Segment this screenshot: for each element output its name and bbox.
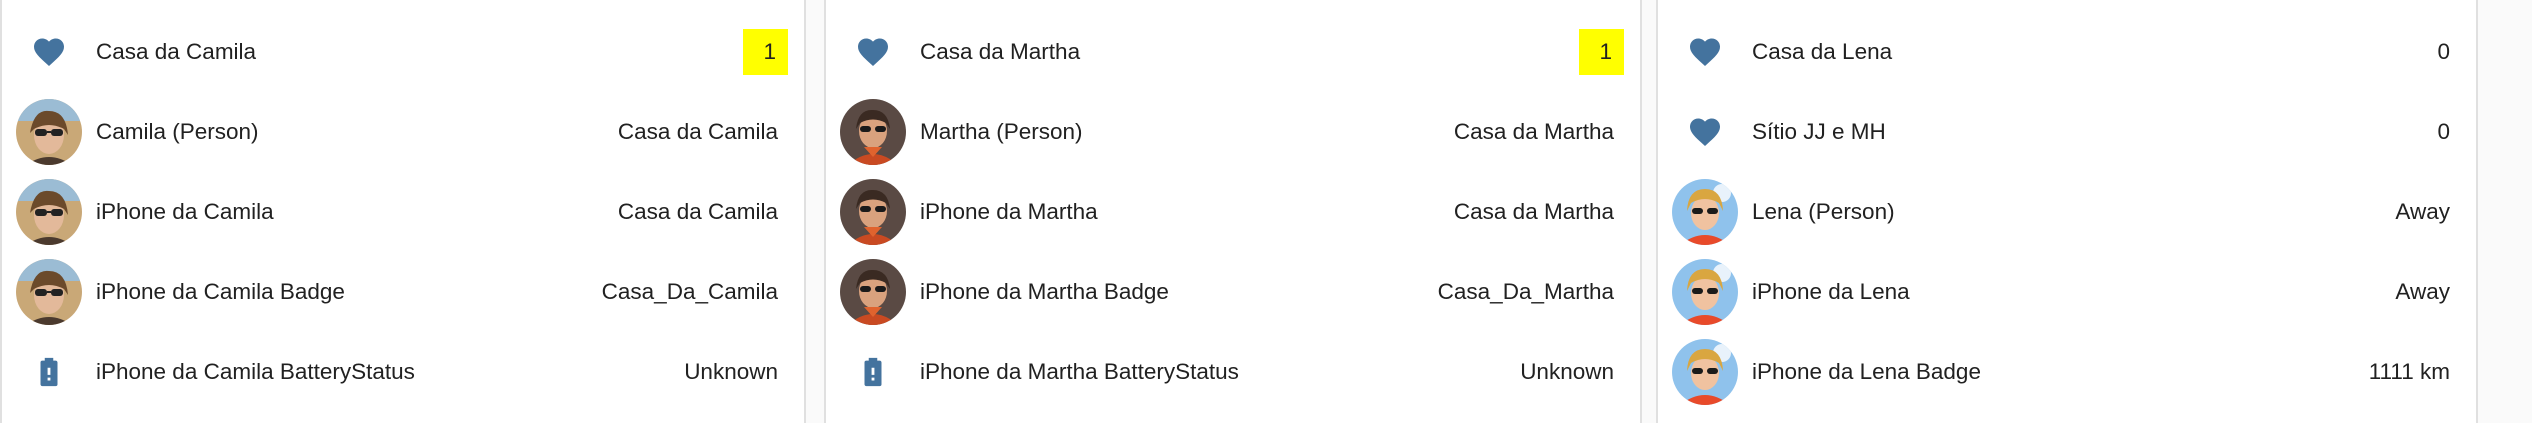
entity-row[interactable]: Camila (Person) Casa da Camila — [2, 92, 804, 172]
entity-row[interactable]: iPhone da Martha BatteryStatus Unknown — [826, 332, 1640, 412]
entity-row[interactable]: iPhone da Camila Casa da Camila — [2, 172, 804, 252]
entity-name: Martha (Person) — [920, 119, 1083, 144]
entity-row[interactable]: iPhone da Lena Badge 1111 km — [1658, 332, 2476, 412]
entity-state: Casa_Da_Camila — [601, 279, 778, 304]
avatar — [1672, 179, 1738, 245]
avatar — [840, 259, 906, 325]
entity-name: Casa da Martha — [920, 39, 1081, 64]
entity-name: iPhone da Camila Badge — [96, 279, 345, 304]
entity-row[interactable]: iPhone da Camila BatteryStatus Unknown — [2, 332, 804, 412]
entity-name: iPhone da Martha Badge — [920, 279, 1169, 304]
entity-name: iPhone da Martha — [920, 199, 1098, 224]
avatar — [840, 179, 906, 245]
battery-alert-icon — [16, 339, 82, 405]
entity-name: Lena (Person) — [1752, 199, 1895, 224]
entity-row[interactable]: Casa da Lena 0 — [1658, 12, 2476, 92]
entity-state: 0 — [2437, 119, 2450, 144]
entity-row[interactable]: iPhone da Martha Badge Casa_Da_Martha — [826, 252, 1640, 332]
entity-state: 1 — [1579, 29, 1624, 75]
entity-row[interactable]: iPhone da Lena Away — [1658, 252, 2476, 332]
entity-name: iPhone da Camila BatteryStatus — [96, 359, 415, 384]
entity-state: Away — [2395, 199, 2450, 224]
avatar — [16, 259, 82, 325]
entity-name: iPhone da Martha BatteryStatus — [920, 359, 1239, 384]
avatar — [840, 99, 906, 165]
avatar — [1672, 259, 1738, 325]
entity-state: Casa da Martha — [1453, 119, 1614, 144]
avatar — [16, 99, 82, 165]
entity-row[interactable]: Lena (Person) Away — [1658, 172, 2476, 252]
entities-card-lena: Casa da Lena 0 Sítio JJ e MH 0 Lena (Per… — [1656, 0, 2478, 423]
entity-name: Casa da Camila — [96, 39, 257, 64]
entity-row[interactable]: iPhone da Camila Badge Casa_Da_Camila — [2, 252, 804, 332]
entity-row[interactable]: Casa da Martha 1 — [826, 12, 1640, 92]
entity-state: Casa_Da_Martha — [1437, 279, 1614, 304]
entity-row[interactable]: Casa da Camila 1 — [2, 12, 804, 92]
entity-state: Away — [2395, 279, 2450, 304]
entity-row[interactable]: Martha (Person) Casa da Martha — [826, 92, 1640, 172]
entities-card-martha: Casa da Martha 1 Martha (Person) Casa da… — [824, 0, 1642, 423]
battery-alert-icon — [840, 339, 906, 405]
entity-state: Unknown — [684, 359, 778, 384]
entity-row[interactable]: Sítio JJ e MH 0 — [1658, 92, 2476, 172]
heart-icon — [840, 19, 906, 85]
avatar — [16, 179, 82, 245]
entity-name: iPhone da Lena — [1752, 279, 1910, 304]
entity-state: Casa da Martha — [1453, 199, 1614, 224]
entity-state: 1 — [743, 29, 788, 75]
entity-state: Unknown — [1520, 359, 1614, 384]
entity-name: Camila (Person) — [96, 119, 259, 144]
heart-icon — [16, 19, 82, 85]
dashboard: Casa da Camila 1 Camila (Person) Casa da… — [0, 0, 2532, 423]
entity-state: 0 — [2437, 39, 2450, 64]
entity-name: iPhone da Lena Badge — [1752, 359, 1981, 384]
entity-state: Casa da Camila — [617, 199, 778, 224]
heart-icon — [1672, 19, 1738, 85]
entity-row[interactable]: iPhone da Martha Casa da Martha — [826, 172, 1640, 252]
avatar — [1672, 339, 1738, 405]
entities-card-camila: Casa da Camila 1 Camila (Person) Casa da… — [0, 0, 806, 423]
entity-state: Casa da Camila — [617, 119, 778, 144]
heart-icon — [1672, 99, 1738, 165]
entity-name: iPhone da Camila — [96, 199, 274, 224]
entity-state: 1111 km — [2368, 359, 2450, 384]
entity-name: Casa da Lena — [1752, 39, 1893, 64]
entity-name: Sítio JJ e MH — [1752, 119, 1886, 144]
